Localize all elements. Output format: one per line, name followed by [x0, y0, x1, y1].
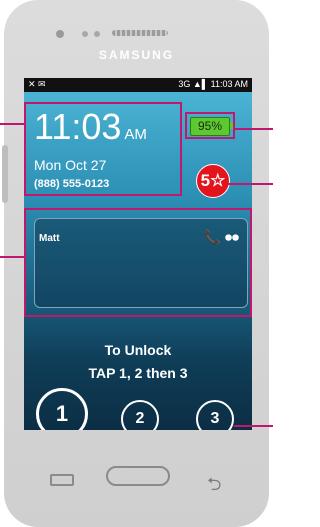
date-text: Mon Oct 27	[34, 157, 107, 173]
callout-line-message	[0, 256, 24, 258]
battery-tip	[230, 122, 233, 129]
message-highlight-box: Matt 📞 ⏺⏺	[24, 208, 252, 317]
brand-logo: SAMSUNG	[98, 48, 175, 62]
time-highlight-box: 11:03 AM Mon Oct 27 (888) 555-0123	[24, 102, 182, 196]
home-key[interactable]	[106, 466, 170, 486]
clock-time: 11:03 AM	[34, 106, 147, 147]
callout-line-battery	[235, 128, 273, 130]
sensor-dot	[94, 31, 100, 37]
message-sender: Matt	[39, 233, 60, 244]
phone-voicemail-icon: 📞 ⏺⏺	[203, 229, 239, 245]
missed-badge[interactable]: 5☆	[196, 164, 230, 198]
unlock-button-1[interactable]: 1	[36, 388, 88, 430]
phone: SAMSUNG ✕ ✉ 3G ▲▌ 11:03 AM 11:03 AM Mon O…	[0, 0, 273, 527]
callout-line-time	[0, 123, 24, 125]
unlock-button-2[interactable]: 2	[121, 400, 159, 430]
front-camera-icon	[56, 30, 64, 38]
earpiece-speaker	[112, 30, 168, 36]
lock-screen: ✕ ✉ 3G ▲▌ 11:03 AM 11:03 AM Mon Oct 27 (8…	[24, 78, 252, 430]
callout-line-badge	[228, 183, 273, 185]
sensor-dot	[82, 31, 88, 37]
battery-highlight-box: 95%	[185, 112, 235, 139]
unlock-instruction: To Unlock	[104, 342, 172, 358]
menu-key-icon[interactable]	[50, 474, 74, 486]
notification-icons: ✕ ✉	[28, 79, 46, 89]
phone-number: (888) 555-0123	[34, 178, 110, 190]
status-bar: ✕ ✉ 3G ▲▌ 11:03 AM	[24, 78, 252, 92]
clock-ampm: AM	[124, 126, 147, 143]
back-key-icon[interactable]: ⮌	[207, 472, 221, 502]
message-card[interactable]: Matt 📞 ⏺⏺	[34, 218, 248, 308]
side-volume-key[interactable]	[2, 145, 8, 203]
battery-icon: 95%	[190, 117, 230, 136]
status-right: 3G ▲▌ 11:03 AM	[178, 79, 248, 89]
unlock-button-3[interactable]: 3	[196, 400, 234, 430]
unlock-sequence: TAP 1, 2 then 3	[88, 365, 188, 381]
callout-line-buttons	[234, 425, 273, 427]
